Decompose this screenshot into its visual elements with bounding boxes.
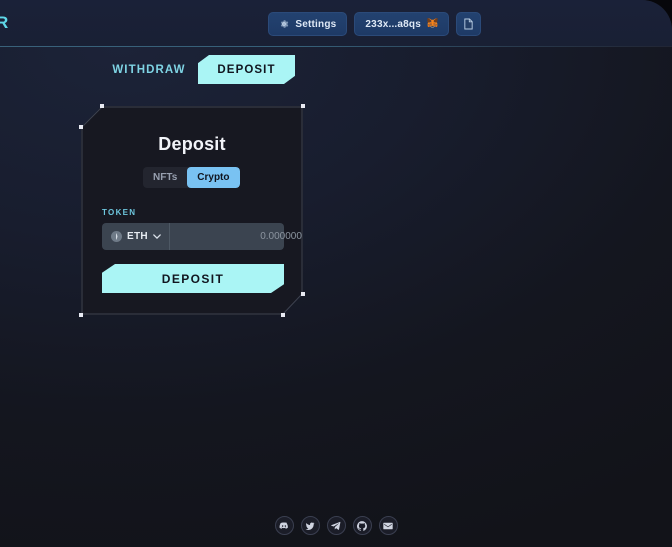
- telegram-link[interactable]: [326, 516, 346, 535]
- discord-link[interactable]: [274, 516, 294, 535]
- deposit-card: Deposit NFTs Crypto TOKEN ETH DEPOSIT: [79, 104, 313, 317]
- copy-document-button[interactable]: [456, 12, 481, 36]
- wallet-address-button[interactable]: 233x...a8qs: [354, 12, 449, 36]
- tab-deposit[interactable]: DEPOSIT: [198, 55, 295, 84]
- email-icon: [383, 522, 393, 529]
- tab-withdraw[interactable]: WITHDRAW: [103, 55, 195, 84]
- segment-option-crypto[interactable]: Crypto: [187, 167, 240, 188]
- telegram-icon: [331, 521, 341, 530]
- card-title: Deposit: [158, 134, 226, 154]
- amount-input[interactable]: [169, 223, 313, 250]
- gear-icon: [279, 19, 289, 29]
- main-tabs: WITHDRAW DEPOSIT: [0, 55, 672, 84]
- settings-button-label: Settings: [295, 18, 337, 30]
- app-window: R Settings 233x...a8qs WITHDRAW DEPOSIT …: [0, 0, 672, 547]
- discord-icon: [279, 521, 288, 529]
- card-corner-dot: [100, 104, 104, 108]
- card-corner-dot: [79, 125, 83, 129]
- token-field-label: TOKEN: [102, 208, 137, 217]
- token-amount-field: ETH: [102, 223, 313, 250]
- github-link[interactable]: [352, 516, 372, 535]
- twitter-icon: [305, 521, 315, 530]
- segment-option-nfts[interactable]: NFTs: [143, 167, 187, 188]
- token-symbol-label: ETH: [127, 231, 148, 242]
- twitter-link[interactable]: [300, 516, 320, 535]
- wallet-address-label: 233x...a8qs: [365, 18, 421, 30]
- card-corner-dot: [79, 313, 83, 317]
- chevron-down-icon: [153, 234, 161, 239]
- token-select-dropdown[interactable]: ETH: [102, 223, 170, 250]
- document-copy-icon: [464, 18, 473, 30]
- asset-type-segmented-control: NFTs Crypto: [143, 167, 240, 188]
- ethereum-icon: [111, 231, 122, 242]
- card-corner-dot: [301, 104, 305, 108]
- header-actions: Settings 233x...a8qs: [268, 12, 481, 36]
- card-corner-dot: [281, 313, 285, 317]
- settings-button[interactable]: Settings: [268, 12, 348, 36]
- app-header: R Settings 233x...a8qs: [0, 0, 672, 47]
- footer-social-links: [0, 516, 672, 535]
- email-link[interactable]: [378, 516, 398, 535]
- metamask-fox-icon: [427, 17, 438, 31]
- card-corner-dot: [301, 292, 305, 296]
- deposit-submit-button[interactable]: DEPOSIT: [102, 264, 284, 293]
- app-logo[interactable]: R: [0, 13, 9, 33]
- github-icon: [357, 520, 367, 531]
